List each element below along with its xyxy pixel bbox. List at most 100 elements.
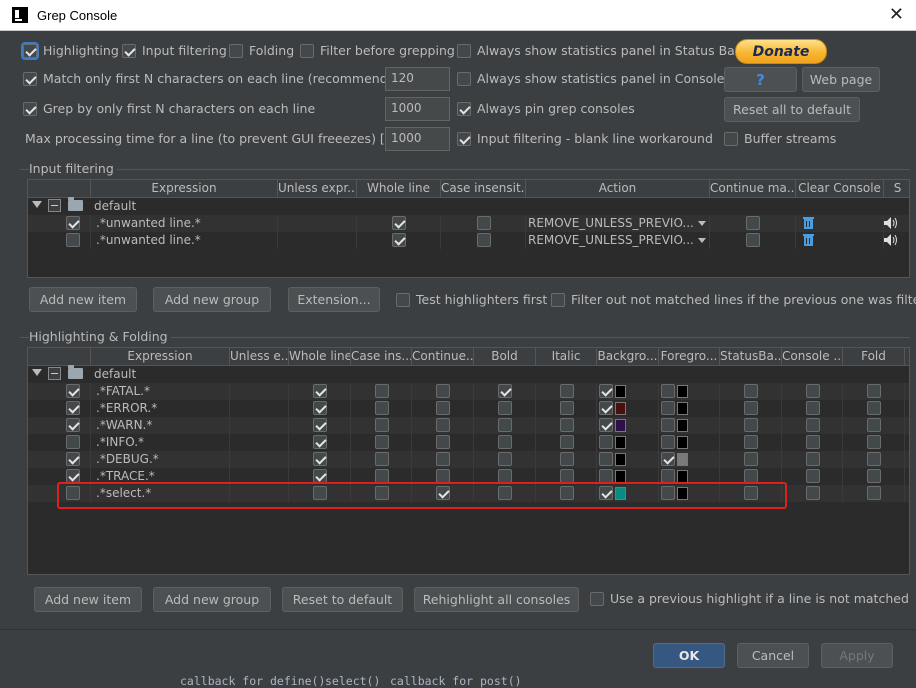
filter-out-row[interactable]: Filter out not matched lines if the prev…: [551, 292, 916, 307]
whole-line-checkbox[interactable]: [392, 233, 406, 247]
continue-matching-checkbox[interactable]: [436, 435, 450, 449]
fold-checkbox[interactable]: [867, 435, 881, 449]
col-header-statusbar[interactable]: StatusBa...: [720, 348, 782, 366]
foreground-checkbox[interactable]: [661, 418, 675, 432]
col-header-unless[interactable]: Unless e...: [230, 348, 289, 366]
whole-line-checkbox[interactable]: [313, 418, 327, 432]
fold-checkbox[interactable]: [867, 401, 881, 415]
col-header-clear-console[interactable]: Clear Console: [796, 180, 884, 198]
filter-before-grepping-row[interactable]: Filter before grepping: [300, 43, 455, 58]
row-enabled-checkbox[interactable]: [66, 384, 80, 398]
stats-status-bar-row[interactable]: Always show statistics panel in Status B…: [457, 43, 740, 58]
stats-console-checkbox[interactable]: [457, 71, 471, 86]
fold-checkbox[interactable]: [867, 469, 881, 483]
speaker-icon[interactable]: [884, 234, 898, 246]
grep-first-n-input[interactable]: 1000: [385, 97, 450, 121]
italic-checkbox[interactable]: [560, 452, 574, 466]
whole-line-checkbox[interactable]: [313, 452, 327, 466]
row-expression[interactable]: .*FATAL.*: [91, 383, 230, 400]
console-checkbox[interactable]: [806, 486, 820, 500]
web-page-button[interactable]: Web page: [802, 67, 880, 92]
statusbar-checkbox[interactable]: [744, 469, 758, 483]
col-header-sound[interactable]: S: [884, 180, 909, 198]
continue-matching-checkbox[interactable]: [436, 469, 450, 483]
col-header-enabled[interactable]: [28, 180, 91, 198]
row-enabled-checkbox[interactable]: [66, 435, 80, 449]
case-insensitive-checkbox[interactable]: [375, 384, 389, 398]
foreground-color-swatch[interactable]: [677, 453, 688, 466]
row-expression[interactable]: .*unwanted line.*: [91, 215, 278, 232]
table-row[interactable]: .*FATAL.*: [28, 383, 909, 400]
foreground-checkbox[interactable]: [661, 401, 675, 415]
input-filtering-group-row[interactable]: default: [28, 197, 909, 215]
action-dropdown[interactable]: REMOVE_UNLESS_PREVIO...: [526, 215, 710, 232]
folding-checkbox-row[interactable]: Folding: [229, 43, 294, 58]
background-checkbox[interactable]: [599, 384, 613, 398]
reset-all-button[interactable]: Reset all to default: [724, 97, 860, 122]
grep-first-n-row[interactable]: Grep by only first N characters on each …: [23, 101, 315, 116]
stats-status-bar-checkbox[interactable]: [457, 43, 471, 58]
fold-checkbox[interactable]: [867, 384, 881, 398]
bold-checkbox[interactable]: [498, 435, 512, 449]
continue-matching-checkbox[interactable]: [436, 401, 450, 415]
trash-icon[interactable]: [803, 216, 814, 229]
case-insensitive-checkbox[interactable]: [477, 216, 491, 230]
help-button[interactable]: ?: [724, 67, 797, 92]
case-insensitive-checkbox[interactable]: [375, 452, 389, 466]
row-enabled-checkbox[interactable]: [66, 233, 80, 247]
col-header-whole-line[interactable]: Whole line: [357, 180, 441, 198]
col-header-case[interactable]: Case ins...: [351, 348, 412, 366]
row-enabled-checkbox[interactable]: [66, 469, 80, 483]
use-previous-row[interactable]: Use a previous highlight if a line is no…: [590, 591, 909, 606]
case-insensitive-checkbox[interactable]: [375, 401, 389, 415]
bold-checkbox[interactable]: [498, 401, 512, 415]
blank-line-workaround-checkbox[interactable]: [457, 131, 471, 146]
continue-matching-checkbox[interactable]: [436, 418, 450, 432]
filter-before-grepping-checkbox[interactable]: [300, 43, 314, 58]
col-header-foreground[interactable]: Foregro...: [659, 348, 720, 366]
table-row[interactable]: .*unwanted line.* REMOVE_UNLESS_PREVIO..…: [28, 232, 909, 249]
bold-checkbox[interactable]: [498, 384, 512, 398]
row-expression[interactable]: .*unwanted line.*: [91, 232, 278, 249]
foreground-color-swatch[interactable]: [677, 402, 688, 415]
background-color-swatch[interactable]: [615, 453, 626, 466]
console-checkbox[interactable]: [806, 469, 820, 483]
row-expression[interactable]: .*INFO.*: [91, 434, 230, 451]
table-row[interactable]: .*DEBUG.*: [28, 451, 909, 468]
continue-matching-checkbox[interactable]: [746, 216, 760, 230]
cancel-button[interactable]: Cancel: [737, 643, 809, 668]
italic-checkbox[interactable]: [560, 418, 574, 432]
background-checkbox[interactable]: [599, 418, 613, 432]
console-checkbox[interactable]: [806, 452, 820, 466]
col-header-fold[interactable]: Fold: [843, 348, 905, 366]
bold-checkbox[interactable]: [498, 418, 512, 432]
fold-checkbox[interactable]: [867, 486, 881, 500]
statusbar-checkbox[interactable]: [744, 418, 758, 432]
table-row[interactable]: .*INFO.*: [28, 434, 909, 451]
continue-matching-checkbox[interactable]: [746, 233, 760, 247]
group-toggle-checkbox[interactable]: [48, 199, 61, 212]
rehighlight-button[interactable]: Rehighlight all consoles: [414, 587, 579, 612]
col-header-case[interactable]: Case insensit...: [441, 180, 526, 198]
col-header-continue[interactable]: Continue...: [412, 348, 474, 366]
hl-add-group-button[interactable]: Add new group: [153, 587, 271, 612]
statusbar-checkbox[interactable]: [744, 384, 758, 398]
statusbar-checkbox[interactable]: [744, 452, 758, 466]
case-insensitive-checkbox[interactable]: [477, 233, 491, 247]
buffer-streams-row[interactable]: Buffer streams: [724, 131, 836, 146]
whole-line-checkbox[interactable]: [313, 469, 327, 483]
foreground-checkbox[interactable]: [661, 469, 675, 483]
apply-button[interactable]: Apply: [821, 643, 893, 668]
match-first-n-input[interactable]: 120: [385, 67, 450, 91]
col-header-background[interactable]: Backgro...: [597, 348, 659, 366]
bold-checkbox[interactable]: [498, 469, 512, 483]
case-insensitive-checkbox[interactable]: [375, 435, 389, 449]
background-checkbox[interactable]: [599, 469, 613, 483]
col-header-enabled[interactable]: [28, 348, 91, 366]
use-previous-checkbox[interactable]: [590, 591, 604, 606]
italic-checkbox[interactable]: [560, 469, 574, 483]
background-color-swatch[interactable]: [615, 385, 626, 398]
action-dropdown[interactable]: REMOVE_UNLESS_PREVIO...: [526, 232, 710, 249]
table-row[interactable]: .*ERROR.*: [28, 400, 909, 417]
background-checkbox[interactable]: [599, 401, 613, 415]
